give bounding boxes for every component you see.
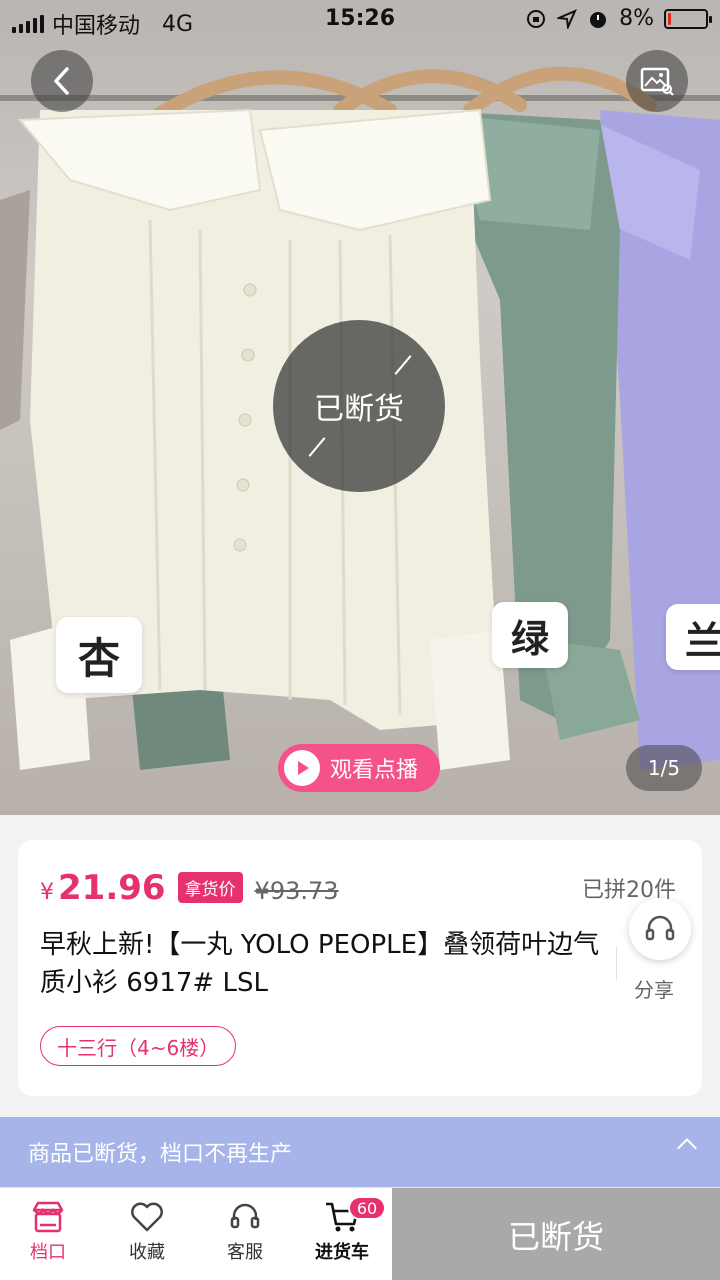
tab-customer-service-label: 客服 bbox=[227, 1242, 263, 1263]
product-title: 早秋上新!【一丸 YOLO PEOPLE】叠领荷叶边气质小衫 6917# LSL bbox=[40, 930, 600, 998]
out-of-stock-banner[interactable]: 商品已断货，档口不再生产 bbox=[0, 1117, 720, 1187]
watch-video-button[interactable]: 观看点播 bbox=[278, 744, 440, 792]
tab-cart[interactable]: 进货车 60 bbox=[294, 1188, 390, 1280]
headset-icon bbox=[230, 1203, 260, 1229]
tab-favorite-label: 收藏 bbox=[129, 1242, 165, 1263]
image-counter: 1/5 bbox=[626, 745, 702, 791]
play-icon bbox=[284, 750, 320, 786]
tab-cart-label: 进货车 bbox=[315, 1242, 369, 1263]
original-price: ¥93.73 bbox=[254, 877, 339, 905]
customer-service-float-button[interactable] bbox=[629, 898, 691, 960]
location-arrow-icon bbox=[557, 8, 578, 29]
image-search-icon bbox=[640, 67, 674, 96]
product-detail-page: 中国移动 4G 15:26 8% 已断货 杏 绿 兰 观看点播 1/5 ¥ 21… bbox=[0, 0, 720, 1280]
out-of-stock-text: 商品已断货，档口不再生产 bbox=[28, 1142, 293, 1167]
share-button[interactable]: 分享 bbox=[634, 974, 674, 1003]
sold-out-overlay-text: 已断货 bbox=[314, 392, 404, 427]
tab-customer-service[interactable]: 客服 bbox=[197, 1188, 293, 1280]
headset-icon bbox=[645, 915, 675, 941]
bottom-action-bar: 档口 收藏 客服 进货车 60 已断货 bbox=[0, 1187, 720, 1280]
sold-out-button[interactable]: 已断货 bbox=[392, 1188, 720, 1280]
product-image-gallery[interactable]: 中国移动 4G 15:26 8% 已断货 杏 绿 兰 观看点播 1/5 bbox=[0, 0, 720, 815]
divider bbox=[616, 946, 617, 980]
back-button[interactable] bbox=[31, 50, 93, 112]
currency-symbol: ¥ bbox=[40, 880, 54, 905]
price-row: ¥ 21.96 拿货价 ¥93.73 bbox=[40, 868, 339, 908]
watch-video-label: 观看点播 bbox=[330, 758, 419, 783]
color-tag-blue: 兰 bbox=[666, 604, 720, 670]
tab-shop[interactable]: 档口 bbox=[0, 1188, 96, 1280]
chevron-up-icon[interactable] bbox=[677, 1138, 697, 1158]
chevron-left-icon bbox=[54, 67, 69, 95]
color-tag-apricot: 杏 bbox=[56, 617, 142, 693]
product-info-card: ¥ 21.96 拿货价 ¥93.73 已拼20件 早秋上新!【一丸 YOLO P… bbox=[18, 840, 702, 1096]
battery-icon bbox=[664, 8, 712, 29]
image-search-button[interactable] bbox=[626, 50, 688, 112]
price-badge: 拿货价 bbox=[177, 872, 243, 903]
shop-icon bbox=[32, 1201, 64, 1233]
status-bar: 中国移动 4G 15:26 8% bbox=[0, 0, 720, 40]
sold-out-overlay: 已断货 bbox=[273, 320, 445, 492]
cart-count-badge: 60 bbox=[348, 1196, 386, 1220]
battery-percent: 8% bbox=[619, 6, 654, 31]
screen-lock-icon bbox=[527, 9, 546, 28]
market-location-tag[interactable]: 十三行（4~6楼） bbox=[40, 1026, 237, 1066]
tab-favorite[interactable]: 收藏 bbox=[99, 1188, 195, 1280]
price: 21.96 bbox=[58, 868, 166, 908]
tab-shop-label: 档口 bbox=[30, 1242, 66, 1263]
color-tag-green: 绿 bbox=[492, 602, 568, 668]
heart-icon bbox=[131, 1202, 163, 1232]
alarm-icon bbox=[590, 11, 607, 28]
